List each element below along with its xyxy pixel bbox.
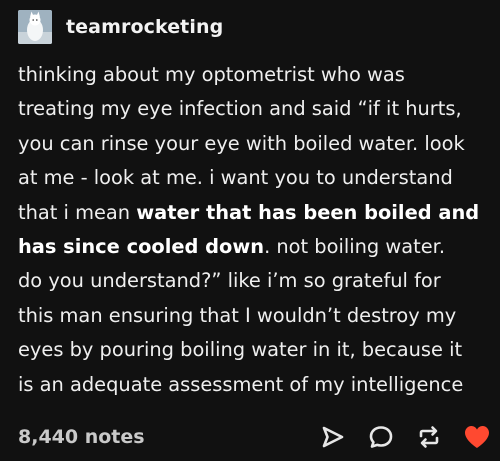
post-body-line: treating my eye infection and said “if i… <box>18 92 496 126</box>
post-body-line: thinking about my optometrist who was <box>18 58 496 92</box>
post-body-text: is an adequate assessment of my intellig… <box>18 372 464 396</box>
post-body: thinking about my optometrist who was tre… <box>18 58 496 402</box>
post-body-text: that i mean <box>18 200 137 224</box>
post-header: teamrocketing <box>18 9 223 45</box>
post-body-line: at me - look at me. i want you to unders… <box>18 161 496 195</box>
post-body-line: do you understand?” like i’m so grateful… <box>18 264 496 298</box>
post: teamrocketing thinking about my optometr… <box>0 0 500 461</box>
reply-icon <box>369 426 393 448</box>
post-body-line: that i mean water that has been boiled a… <box>18 196 496 230</box>
post-body-text: do you understand?” like i’m so grateful… <box>18 269 441 293</box>
post-body-line: eyes by pouring boiling water in it, bec… <box>18 333 496 367</box>
share-icon <box>322 426 344 448</box>
reblog-button[interactable] <box>414 422 444 452</box>
post-body-line: you can rinse your eye with boiled water… <box>18 127 496 161</box>
heart-icon <box>465 426 489 448</box>
post-body-bold-text: water that has been boiled and <box>136 200 480 224</box>
post-footer: 8,440 notes <box>18 420 492 454</box>
post-body-text: eyes by pouring boiling water in it, bec… <box>18 338 463 362</box>
reblog-icon <box>419 426 439 448</box>
notes-count[interactable]: 8,440 notes <box>18 426 300 448</box>
reply-button[interactable] <box>366 422 396 452</box>
post-body-line: this man ensuring that I wouldn’t destro… <box>18 299 496 333</box>
post-body-text: . not boiling water. <box>264 235 446 259</box>
post-body-text: you can rinse your eye with boiled water… <box>18 131 465 155</box>
like-button[interactable] <box>462 422 492 452</box>
post-body-bold-text: has since cooled down <box>18 235 265 259</box>
avatar[interactable] <box>18 10 52 44</box>
post-actions <box>300 422 492 452</box>
post-body-text: this man ensuring that I wouldn’t destro… <box>18 303 457 327</box>
share-button[interactable] <box>318 422 348 452</box>
post-body-line: is an adequate assessment of my intellig… <box>18 368 496 402</box>
username[interactable]: teamrocketing <box>66 16 223 38</box>
post-body-line: has since cooled down. not boiling water… <box>18 230 496 264</box>
post-body-text: at me - look at me. i want you to unders… <box>18 166 453 190</box>
post-body-text: thinking about my optometrist who was <box>18 63 405 86</box>
avatar-image <box>18 10 52 44</box>
post-body-text: treating my eye infection and said “if i… <box>18 97 462 121</box>
